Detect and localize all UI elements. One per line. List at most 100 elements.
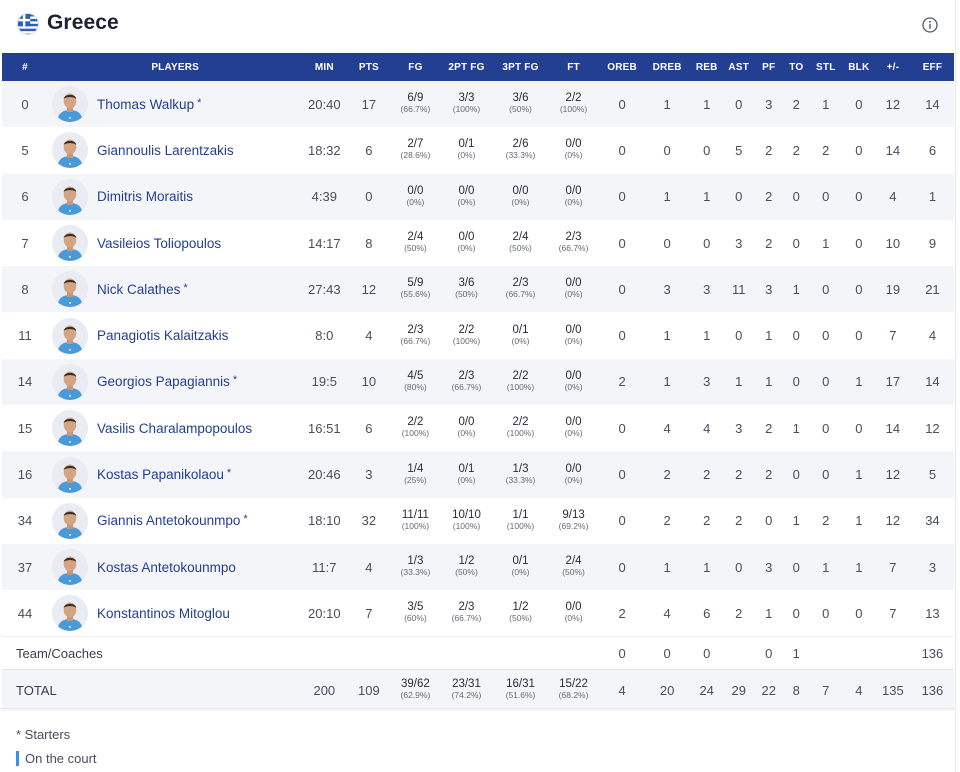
player-name-link[interactable]: Vasileios Toliopoulos — [97, 236, 221, 251]
player-row[interactable]: 6 ● Dimitris Moraitis 4:39 0 0/0 (0%) 0/0 (0%) 0/… — [2, 173, 954, 220]
player-name[interactable]: Georgios Papagiannis — [97, 374, 230, 389]
player-row[interactable]: 8 ● Nick Calathes * 27:43 12 5/9 (55.6%) 3/6 (50%… — [2, 266, 954, 313]
percentage: (0%) — [457, 196, 476, 207]
player-name[interactable]: Giannis Antetokounmpo — [97, 513, 240, 528]
shooting-stat: 6/9 (66.7%) — [391, 92, 439, 115]
column-header[interactable]: REB — [690, 53, 724, 81]
made-attempted: 0/0 — [458, 184, 475, 197]
player-row[interactable]: 16 ● Kostas Papanikolaou * 20:46 3 1/4 (25%) 0/1… — [2, 451, 954, 498]
column-header[interactable]: MIN — [302, 53, 346, 81]
player-name[interactable]: Kostas Papanikolaou — [97, 467, 224, 482]
column-header[interactable]: PF — [754, 53, 784, 81]
column-header[interactable]: FT — [548, 53, 600, 81]
player-name[interactable]: Kostas Antetokounmpo — [97, 560, 236, 575]
box-score-card: Greece # PLAYERS MIN PTS FG 2PT FG 3PT FG FT ORE… — [0, 0, 956, 772]
percentage: (0%) — [457, 474, 476, 485]
stat-cell-no: 16 — [17, 467, 33, 483]
made-attempted: 0/0 — [512, 184, 529, 197]
column-header[interactable]: 2PT FG — [439, 53, 493, 81]
column-header[interactable]: BLK — [843, 53, 875, 81]
player-name-link[interactable]: Giannis Antetokounmpo * — [97, 513, 248, 528]
column-header[interactable]: FG — [391, 53, 439, 81]
made-attempted: 2/7 — [407, 138, 424, 151]
column-header[interactable]: PTS — [346, 53, 391, 81]
column-header[interactable]: AST — [724, 53, 754, 81]
player-cell[interactable]: ● Kostas Papanikolaou * — [48, 451, 302, 497]
column-header[interactable]: # — [2, 53, 48, 81]
empty-cell — [439, 637, 493, 670]
column-header[interactable]: PLAYERS — [48, 53, 302, 81]
player-name-link[interactable]: Kostas Antetokounmpo — [97, 560, 236, 575]
stat-cell-dreb: 0 — [663, 142, 671, 158]
column-header[interactable]: TO — [784, 53, 809, 81]
player-name-link[interactable]: Nick Calathes * — [97, 282, 188, 297]
column-header[interactable]: EFF — [911, 53, 954, 81]
player-row[interactable]: 34 ● Giannis Antetokounmpo * 18:10 32 11/11 (10… — [2, 497, 954, 544]
column-header[interactable]: 3PT FG — [493, 53, 547, 81]
player-row[interactable]: 15 ● Vasilis Charalampopoulos 16:51 6 2/2 (100… — [2, 405, 954, 452]
player-name[interactable]: Konstantinos Mitoglou — [97, 606, 230, 621]
player-cell[interactable]: ● Konstantinos Mitoglou — [48, 590, 302, 636]
player-name[interactable]: Vasileios Toliopoulos — [97, 236, 221, 251]
player-cell[interactable]: ● Vasilis Charalampopoulos — [48, 405, 302, 451]
percentage: (0%) — [564, 289, 583, 300]
player-cell[interactable]: ● Georgios Papagiannis * — [48, 359, 302, 405]
player-info: ● Konstantinos Mitoglou — [52, 595, 302, 632]
stat-cell-to: 2 — [792, 142, 800, 158]
percentage: (69.2%) — [558, 520, 589, 531]
percentage: (0%) — [511, 567, 530, 578]
player-cell[interactable]: ● Thomas Walkup * — [48, 81, 302, 127]
player-name-link[interactable]: Dimitris Moraitis — [97, 189, 193, 204]
stat-cell-to: 1 — [792, 420, 800, 436]
player-name-link[interactable]: Panagiotis Kalaitzakis — [97, 328, 228, 343]
player-name-link[interactable]: Konstantinos Mitoglou — [97, 606, 230, 621]
player-row[interactable]: 5 ● Giannoulis Larentzakis 18:32 6 2/7 (28.6%)… — [2, 127, 954, 174]
player-row[interactable]: 37 ● Kostas Antetokounmpo 11:7 4 1/3 (33.3%) 1/… — [2, 543, 954, 591]
info-icon[interactable] — [922, 17, 938, 33]
player-name-link[interactable]: Kostas Papanikolaou * — [97, 467, 231, 482]
player-name[interactable]: Dimitris Moraitis — [97, 189, 193, 204]
player-name[interactable]: Vasilis Charalampopoulos — [97, 421, 252, 436]
player-name[interactable]: Giannoulis Larentzakis — [97, 143, 234, 158]
player-name-link[interactable]: Thomas Walkup * — [97, 97, 201, 112]
player-name-link[interactable]: Vasilis Charalampopoulos — [97, 421, 252, 436]
player-cell[interactable]: ● Vasileios Toliopoulos — [48, 220, 302, 266]
player-cell[interactable]: ● Giannis Antetokounmpo * — [48, 498, 302, 544]
player-name[interactable]: Thomas Walkup — [97, 97, 194, 112]
shooting-stat: 2/3 (66.7%) — [493, 278, 547, 300]
stat-cell-no: 37 — [17, 559, 33, 575]
stat-cell-reb: 0 — [703, 645, 711, 661]
made-attempted: 1/2 — [458, 555, 475, 568]
player-row[interactable]: 11 ● Panagiotis Kalaitzakis 8:0 4 2/3 (66.7%) 2… — [2, 312, 954, 359]
player-name[interactable]: Panagiotis Kalaitzakis — [97, 328, 228, 343]
stat-cell-to: 0 — [792, 328, 800, 344]
stat-cell-dreb: 1 — [663, 328, 671, 344]
percentage: (100%) — [452, 335, 481, 346]
player-name-link[interactable]: Giannoulis Larentzakis — [97, 143, 234, 158]
stat-cell-pm: 135 — [882, 682, 904, 698]
stat-cell-stl: 1 — [822, 96, 830, 112]
player-cell[interactable]: ● Panagiotis Kalaitzakis — [48, 312, 302, 358]
player-row[interactable]: 14 ● Georgios Papagiannis * 19:5 10 4/5 (80%) 2/… — [2, 358, 954, 406]
player-name[interactable]: Nick Calathes — [97, 282, 180, 297]
stat-cell-stl: 2 — [822, 513, 830, 529]
made-attempted: 1/2 — [512, 601, 529, 614]
column-header[interactable]: +/- — [875, 53, 911, 81]
column-header[interactable]: STL — [809, 53, 843, 81]
player-row[interactable]: 0 ● Thomas Walkup * 20:40 17 6/9 (66.7%) 3/3 (100… — [2, 81, 954, 128]
player-row[interactable]: 7 ● Vasileios Toliopoulos 14:17 8 2/4 (50%) 0/0… — [2, 219, 954, 267]
player-cell[interactable]: ● Dimitris Moraitis — [48, 174, 302, 220]
player-cell[interactable]: ● Nick Calathes * — [48, 266, 302, 312]
shooting-cell: 6/9 (66.7%) — [391, 81, 439, 127]
shooting-cell: 2/6 (33.3%) — [493, 127, 547, 173]
column-header[interactable]: OREB — [600, 53, 645, 81]
made-attempted: 3/3 — [458, 92, 475, 105]
player-cell[interactable]: ● Giannoulis Larentzakis — [48, 127, 302, 173]
shooting-stat: 2/2 (100%) — [439, 324, 493, 347]
stat-cell-oreb: 0 — [618, 328, 626, 344]
player-cell[interactable]: ● Kostas Antetokounmpo — [48, 544, 302, 590]
player-row[interactable]: 44 ● Konstantinos Mitoglou 20:10 7 3/5 (60%) 2/… — [2, 590, 954, 637]
column-header[interactable]: DREB — [645, 53, 690, 81]
player-name-link[interactable]: Georgios Papagiannis * — [97, 374, 237, 389]
shooting-cell: 2/4 (50%) — [391, 220, 439, 266]
